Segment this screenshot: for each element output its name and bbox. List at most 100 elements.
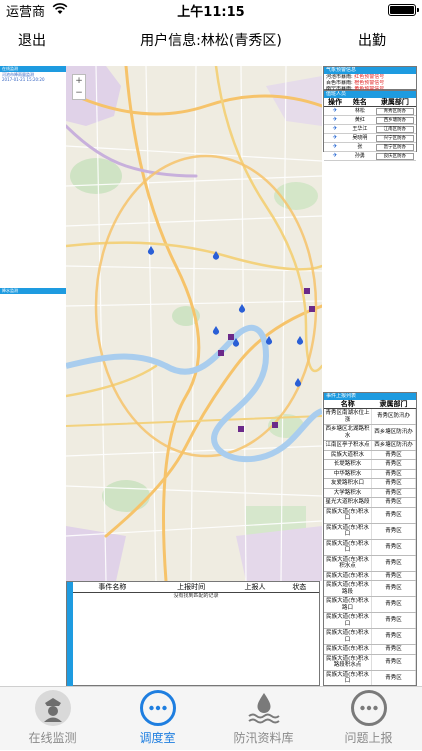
event-name-cell: 民族大道(东)积水口 <box>324 523 373 540</box>
table-row[interactable]: 民族大道(东)积水口 青秀区 <box>324 612 416 629</box>
zoom-in-button[interactable]: + <box>73 75 85 87</box>
table-row[interactable]: 民族大道(东)积水积水点 青秀区 <box>324 555 416 572</box>
tab-label: 调度室 <box>139 731 176 745</box>
event-name-cell: 民族大道(东)积水路段 <box>324 580 373 597</box>
event-dept-cell: 青秀区 <box>371 497 416 508</box>
weather-warning-panel: 气象预警信息 河池市暴雨: 红色预警信号 百色市暴雨: 橙色预警信号 南宁市暴雨… <box>323 66 417 92</box>
table-row[interactable]: 民族大道(东)积水 青秀区 <box>324 644 416 655</box>
left-rain-header: 降水监测 <box>0 288 66 294</box>
event-dept-cell: 西乡塘区防汛办 <box>371 424 416 441</box>
event-list-panel: 事件上报列表 名称 隶属部门 青秀区南湖水位上涨 青秀区防汛办 西乡塘区北湖路积水西… <box>323 392 417 686</box>
table-row[interactable]: 民族大道(东)积水 青秀区 <box>324 571 416 581</box>
table-row[interactable]: 民族大道积水 青秀区 <box>324 450 416 460</box>
tab-flood-library[interactable]: 防汛资料库 <box>211 687 316 751</box>
event-dept-cell: 青秀区 <box>371 580 416 597</box>
locate-icon[interactable]: ✈ <box>333 152 338 159</box>
event-dept-cell: 青秀区 <box>371 507 416 524</box>
locate-icon[interactable]: ✈ <box>333 125 338 132</box>
dispatch-content: 在线监测 河池市降雨量监测 2017-01-21 15:20:20 降水监测 +… <box>0 64 422 686</box>
column-header: 隶属部门 <box>371 400 416 409</box>
column-header[interactable]: 状态 <box>279 582 319 593</box>
column-header[interactable]: 上报时间 <box>151 582 231 593</box>
event-name-cell: 大学路积水 <box>324 488 373 498</box>
event-dept-cell: 青秀区防汛办 <box>371 408 416 425</box>
table-row[interactable]: 西乡塘区北湖路积水 西乡塘区防汛办 <box>324 424 416 441</box>
attendance-button[interactable]: 出勤 <box>358 30 386 50</box>
clock: 上午11:15 <box>177 5 245 20</box>
column-header[interactable]: 上报人 <box>230 582 280 593</box>
map-drawing <box>66 66 322 581</box>
report-table: 事件名称 上报时间 上报人 状态 没有找到匹配的记录 <box>73 582 319 600</box>
event-dept-cell: 青秀区 <box>371 654 416 671</box>
table-row[interactable]: 民族大道(东)积水口 青秀区 <box>324 628 416 645</box>
tab-issue-report[interactable]: 问题上报 <box>316 687 421 751</box>
locate-icon[interactable]: ✈ <box>333 116 338 123</box>
event-name-cell: 西乡塘区北湖路积水 <box>324 424 373 441</box>
event-name-cell: 长堤路积水 <box>324 459 373 470</box>
event-dept-cell: 青秀区 <box>371 555 416 572</box>
staff-table: 操作 姓名 隶属部门 ✈ 林松 青秀区防办 ✈ 黄红 西乡塘防办 ✈ 王华江 江南区防办 ✈… <box>324 98 416 161</box>
staff-panel: 值班人员 操作 姓名 隶属部门 ✈ 林松 青秀区防办 ✈ 黄红 西乡塘防办 ✈ 王华江 江南… <box>323 90 417 161</box>
locate-icon[interactable]: ✈ <box>333 134 338 141</box>
event-dept-cell: 青秀区 <box>371 459 416 470</box>
table-row[interactable]: 民族大道(东)积水口 青秀区 <box>324 539 416 556</box>
table-row[interactable]: 民族大道(东)积水口 青秀区 <box>324 523 416 540</box>
table-row: ✈ 孙勇 良庆区防办 <box>324 151 416 161</box>
table-row[interactable]: 长堤路积水 青秀区 <box>324 459 416 470</box>
event-dept-cell: 青秀区 <box>371 539 416 556</box>
table-row[interactable]: 大学路积水 青秀区 <box>324 488 416 498</box>
table-row[interactable]: 江南区亭子积水点 西乡塘区防汛办 <box>324 440 416 451</box>
left-monitor-timestamp: 2017-01-21 15:20:20 <box>2 77 45 82</box>
report-list-panel: 事件名称 上报时间 上报人 状态 没有找到匹配的记录 <box>66 581 320 686</box>
table-row[interactable]: 民族大道(东)积水口 青秀区 <box>324 507 416 524</box>
left-rain-panel: 降水监测 <box>0 288 66 294</box>
event-name-cell: 民族大道(东)积水 <box>324 571 373 581</box>
table-row[interactable]: 民族大道(东)积水口 青秀区 <box>324 670 416 685</box>
zoom-out-button[interactable]: − <box>73 87 85 99</box>
table-row[interactable]: 星光大道积水路段 青秀区 <box>324 497 416 508</box>
event-dept-cell: 青秀区 <box>371 670 416 685</box>
event-name-cell: 友爱路积水口 <box>324 478 373 489</box>
city-map[interactable]: + − <box>66 66 322 581</box>
tab-label: 在线监测 <box>28 731 77 745</box>
locate-icon[interactable]: ✈ <box>333 107 338 114</box>
column-header: 操作 <box>324 98 347 107</box>
event-list-header: 事件上报列表 <box>324 393 416 400</box>
event-dept-cell: 青秀区 <box>371 571 416 581</box>
event-name-cell: 民族大道(东)积水路段积水点 <box>324 654 373 671</box>
weather-warning-header: 气象预警信息 <box>324 67 416 74</box>
table-row[interactable]: 民族大道(东)积水路口 青秀区 <box>324 596 416 613</box>
event-name-cell: 星光大道积水路段 <box>324 497 373 508</box>
table-row[interactable]: 民族大道(东)积水路段 青秀区 <box>324 580 416 597</box>
event-dept-cell: 青秀区 <box>371 488 416 498</box>
table-row: ✈ 吴晓明 兴宁区防办 <box>324 133 416 143</box>
battery-icon <box>388 4 419 16</box>
column-header: 姓名 <box>346 98 374 107</box>
event-name-cell: 民族大道(东)积水 <box>324 644 373 655</box>
table-row: ✈ 张邕宁区防办 <box>324 142 416 152</box>
more-circle-icon <box>350 690 387 726</box>
table-row[interactable]: 中华路积水 青秀区 <box>324 469 416 479</box>
table-row[interactable]: 民族大道(东)积水路段积水点 青秀区 <box>324 654 416 671</box>
navigation-bar: 退出 用户信息:林松(青秀区) 出勤 <box>0 20 422 64</box>
event-dept-cell: 青秀区 <box>371 450 416 460</box>
staff-header: 值班人员 <box>324 91 416 98</box>
locate-icon[interactable]: ✈ <box>333 143 338 150</box>
event-name-cell: 民族大道(东)积水口 <box>324 612 373 629</box>
table-row[interactable]: 友爱路积水口 青秀区 <box>324 478 416 489</box>
tab-dispatch-room[interactable]: 调度室 <box>105 687 210 751</box>
table-row: ✈ 王华江 江南区防办 <box>324 124 416 134</box>
table-row[interactable]: 青秀区南湖水位上涨 青秀区防汛办 <box>324 408 416 425</box>
event-name-cell: 民族大道(东)积水路口 <box>324 596 373 613</box>
column-header: 隶属部门 <box>373 98 416 107</box>
tab-bar: 在线监测 调度室 防汛资料库 问题上报 <box>0 686 422 750</box>
column-header[interactable]: 事件名称 <box>73 582 152 593</box>
event-name-cell: 民族大道(东)积水口 <box>324 539 373 556</box>
event-name-cell: 民族大道积水 <box>324 450 373 460</box>
column-header: 名称 <box>324 400 372 409</box>
event-name-cell: 中华路积水 <box>324 469 373 479</box>
police-badge-icon <box>34 690 71 726</box>
tab-online-monitor[interactable]: 在线监测 <box>0 687 105 751</box>
left-monitor-panel: 在线监测 河池市降雨量监测 2017-01-21 15:20:20 <box>0 66 66 82</box>
event-name-cell: 民族大道(东)积水口 <box>324 507 373 524</box>
